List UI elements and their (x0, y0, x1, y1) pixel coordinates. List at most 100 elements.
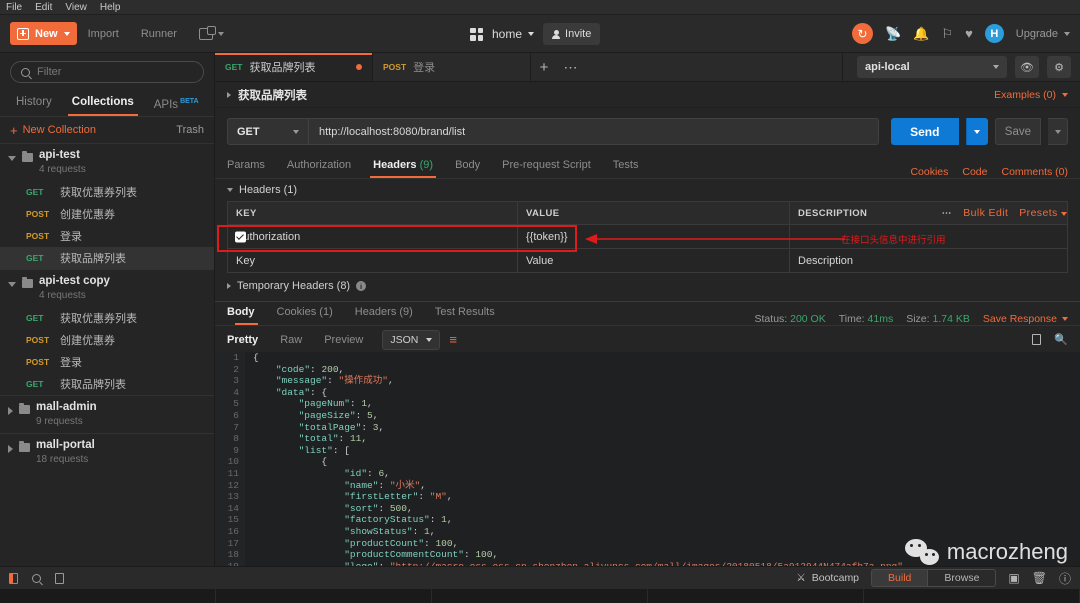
code-link[interactable]: Code (962, 166, 987, 178)
menu-help[interactable]: Help (100, 2, 121, 13)
sidebar-toggle-icon[interactable] (9, 572, 18, 584)
workspace-button[interactable]: home (492, 27, 535, 41)
notification-bell-icon[interactable]: ⚐ (941, 27, 953, 40)
save-response-button[interactable]: Save Response (983, 313, 1068, 325)
copy-icon[interactable] (1032, 334, 1042, 345)
url-input[interactable]: http://localhost:8080/brand/list (309, 118, 879, 145)
filter-input[interactable]: Filter (10, 61, 204, 83)
send-options-button[interactable] (965, 118, 988, 145)
menu-edit[interactable]: Edit (35, 2, 52, 13)
taskbar-slot[interactable] (864, 589, 1080, 603)
temporary-headers-row[interactable]: Temporary Headers (8) i (215, 273, 1080, 292)
satellite-icon[interactable]: 📡 (885, 27, 901, 40)
search-icon[interactable]: 🔍 (1054, 333, 1068, 346)
new-header-value-cell[interactable]: Value (517, 248, 790, 273)
method-select[interactable]: GET (227, 118, 309, 145)
list-item[interactable]: POST 登录 (0, 351, 214, 373)
list-item[interactable]: POST 创建优惠券 (0, 203, 214, 225)
new-header-description-cell[interactable]: Description (789, 248, 1068, 273)
list-item[interactable]: POST 创建优惠券 (0, 329, 214, 351)
examples-dropdown[interactable]: Examples (0) (994, 89, 1068, 101)
build-button[interactable]: Build (871, 569, 928, 587)
taskbar-slot[interactable] (432, 589, 648, 603)
tab-params[interactable]: Params (227, 154, 276, 178)
new-header-key-cell[interactable]: Key (227, 248, 518, 273)
tab-body[interactable]: Body (444, 154, 491, 178)
sync-icon[interactable]: ↻ (852, 23, 874, 44)
comments-link[interactable]: Comments (0) (1001, 166, 1068, 178)
wrap-lines-icon[interactable]: ≡ (449, 333, 457, 346)
list-item[interactable]: GET 获取优惠券列表 (0, 181, 214, 203)
list-item-selected[interactable]: GET 获取品牌列表 (0, 247, 214, 269)
menu-view[interactable]: View (65, 2, 87, 13)
upgrade-button[interactable]: Upgrade (1016, 28, 1070, 40)
tab-authorization[interactable]: Authorization (276, 154, 362, 178)
layout-icon[interactable]: ▣ (1008, 571, 1019, 585)
new-window-button[interactable] (188, 22, 235, 45)
list-item[interactable]: GET 获取品牌列表 (0, 373, 214, 395)
tab-tests[interactable]: Tests (602, 154, 650, 178)
taskbar-slot[interactable] (216, 589, 432, 603)
table-row[interactable]: Authorization {{token}} (227, 224, 1068, 249)
request-tab-0[interactable]: GET 获取品牌列表 (215, 53, 373, 81)
save-options-button[interactable] (1048, 118, 1068, 145)
new-collection-button[interactable]: + New Collection (10, 124, 96, 137)
eye-icon[interactable]: 👁 (1015, 56, 1039, 78)
list-item[interactable]: GET 获取优惠券列表 (0, 307, 214, 329)
taskbar-slot[interactable] (0, 589, 216, 603)
header-key-cell[interactable]: Authorization (227, 224, 518, 249)
response-tab-body[interactable]: Body (227, 301, 266, 325)
more-options-icon[interactable]: ⋯ (942, 208, 953, 219)
sidebar-tab-apis[interactable]: APIs BETA (144, 90, 209, 116)
view-tab-pretty[interactable]: Pretty (227, 330, 269, 355)
environment-select[interactable]: api-local (857, 56, 1007, 78)
info-icon[interactable]: i (356, 281, 367, 291)
presets-dropdown[interactable]: Presets (1019, 207, 1067, 219)
send-button[interactable]: Send (890, 118, 959, 145)
bulk-edit-button[interactable]: Bulk Edit (963, 207, 1008, 219)
response-tab-cookies[interactable]: Cookies (1) (266, 301, 344, 325)
trash-link[interactable]: Trash (176, 124, 204, 136)
header-description-cell[interactable] (789, 224, 1068, 249)
cookies-link[interactable]: Cookies (910, 166, 948, 178)
request-tab-1[interactable]: POST 登录 (373, 53, 531, 81)
tab-pre-request-script[interactable]: Pre-request Script (491, 154, 602, 178)
avatar[interactable]: H (984, 24, 1004, 43)
response-body-code[interactable]: 1{2 "code": 200, 3 "message": "操作成功", 4 "d… (215, 352, 1080, 566)
view-tab-preview[interactable]: Preview (313, 330, 374, 350)
browse-button[interactable]: Browse (927, 569, 997, 587)
collection-api-test-copy[interactable]: api-test copy 4 requests (0, 269, 214, 307)
invite-button[interactable]: Invite (543, 23, 601, 45)
format-select[interactable]: JSON (382, 329, 441, 350)
heart-icon[interactable]: ♥ (965, 27, 973, 40)
collection-mall-portal[interactable]: mall-portal 18 requests (0, 433, 214, 471)
tab-options-button[interactable]: ⋯ (557, 53, 585, 81)
menu-file[interactable]: File (6, 2, 22, 13)
header-value-cell[interactable]: {{token}} (517, 224, 790, 249)
new-tab-button[interactable]: + (531, 53, 557, 81)
sidebar-tab-collections[interactable]: Collections (62, 90, 144, 116)
table-row-empty[interactable]: Key Value Description (227, 248, 1068, 273)
view-tab-raw[interactable]: Raw (269, 330, 313, 350)
runner-button[interactable]: Runner (130, 22, 188, 45)
collection-mall-admin[interactable]: mall-admin 9 requests (0, 395, 214, 433)
header-enabled-checkbox[interactable] (235, 231, 246, 242)
new-button[interactable]: New (10, 22, 77, 45)
help-icon[interactable]: ⓘ (1059, 570, 1071, 587)
bootcamp-button[interactable]: ⚔ Bootcamp (796, 572, 859, 584)
gear-icon[interactable]: ⚙ (1047, 56, 1071, 78)
find-icon[interactable] (32, 573, 41, 583)
console-icon[interactable] (55, 572, 64, 584)
headers-title-row[interactable]: Headers (1) (227, 179, 1068, 201)
sidebar-tab-history[interactable]: History (6, 90, 62, 116)
response-tab-headers[interactable]: Headers (9) (344, 301, 424, 325)
collection-api-test[interactable]: api-test 4 requests (0, 143, 214, 181)
bell-alt-icon[interactable]: 🔔 (913, 27, 929, 40)
trash-icon[interactable]: 🗑 (1032, 571, 1047, 585)
save-button[interactable]: Save (994, 118, 1041, 145)
response-tab-test-results[interactable]: Test Results (424, 301, 506, 325)
tab-headers[interactable]: Headers (9) (362, 154, 444, 178)
list-item[interactable]: POST 登录 (0, 225, 214, 247)
taskbar-slot[interactable] (648, 589, 864, 603)
import-button[interactable]: Import (77, 22, 130, 45)
